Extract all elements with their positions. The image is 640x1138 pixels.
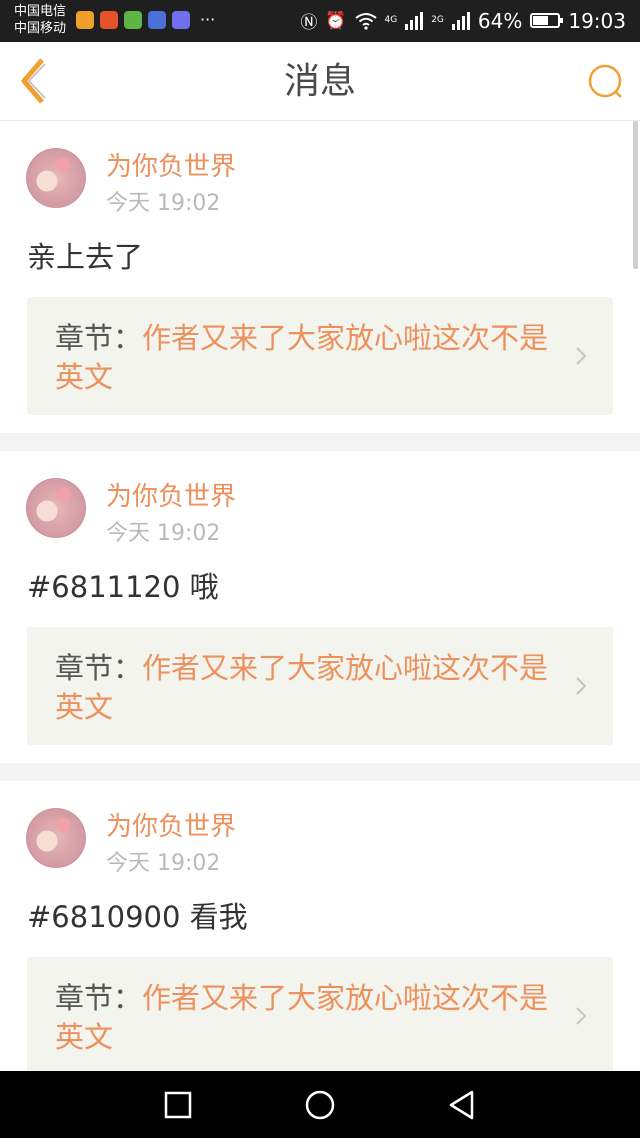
message-card: 为你负世界 今天 19:02 #6811120 哦 章节：作者又来了大家放心啦这… [0, 451, 640, 763]
chevron-right-icon [576, 677, 587, 695]
message-card: 为你负世界 今天 19:02 亲上去了 章节：作者又来了大家放心啦这次不是英文 [0, 121, 640, 433]
status-bar: 中国电信 中国移动 ··· Ⓝ ⏰ 4G 2G 64% 19:03 [0, 0, 640, 42]
navigation-bar [0, 1071, 640, 1138]
header: 消息 [0, 42, 640, 121]
status-indicators: Ⓝ ⏰ 4G 2G 64% 19:03 [300, 8, 626, 34]
notification-icons: ··· [76, 11, 215, 29]
network-4g: 4G [384, 15, 398, 25]
username[interactable]: 为你负世界 [106, 152, 236, 182]
scrollbar[interactable] [633, 121, 638, 269]
search-icon [588, 64, 622, 98]
alarm-icon: ⏰ [325, 10, 347, 31]
carrier-1: 中国电信 [14, 4, 67, 19]
timestamp: 今天 19:02 [106, 521, 221, 546]
clock: 19:03 [568, 8, 626, 33]
username[interactable]: 为你负世界 [106, 812, 236, 842]
chapter-text: 章节：作者又来了大家放心啦这次不是英文 [55, 649, 555, 727]
battery-percent: 64% [477, 8, 523, 33]
recent-apps-icon[interactable] [162, 1089, 194, 1121]
chapter-label: 章节： [55, 981, 143, 1015]
chapter-link[interactable]: 章节：作者又来了大家放心啦这次不是英文 [27, 627, 613, 745]
timestamp: 今天 19:02 [106, 851, 221, 876]
chapter-label: 章节： [55, 321, 143, 355]
qq-browser-icon [76, 11, 94, 29]
video-app-icon [100, 11, 118, 29]
signal-2g-icon [451, 11, 470, 30]
signal-4g-icon [405, 11, 424, 30]
page-title: 消息 [283, 61, 356, 102]
chevron-right-icon [576, 1007, 587, 1025]
chapter-label: 章节： [55, 651, 143, 685]
avatar[interactable] [26, 148, 86, 208]
media-app-icon [172, 11, 190, 29]
message-text: #6811120 哦 [27, 570, 219, 604]
search-button[interactable] [586, 62, 626, 102]
network-2g: 2G [431, 15, 444, 25]
chapter-link[interactable]: 章节：作者又来了大家放心啦这次不是英文 [27, 297, 613, 415]
username[interactable]: 为你负世界 [106, 482, 236, 512]
message-text: 亲上去了 [27, 240, 144, 274]
message-list[interactable]: 为你负世界 今天 19:02 亲上去了 章节：作者又来了大家放心啦这次不是英文 … [0, 121, 640, 1071]
more-notifications: ··· [200, 10, 216, 29]
battery-icon [530, 13, 564, 28]
music-app-icon [148, 11, 166, 29]
avatar[interactable] [26, 478, 86, 538]
chevron-right-icon [576, 347, 587, 365]
chapter-text: 章节：作者又来了大家放心啦这次不是英文 [55, 319, 555, 397]
wifi-icon [354, 12, 377, 30]
message-card: 为你负世界 今天 19:02 #6810900 看我 章节：作者又来了大家放心啦… [0, 781, 640, 1071]
avatar[interactable] [26, 808, 86, 868]
home-icon[interactable] [304, 1089, 336, 1121]
carrier-2: 中国移动 [14, 21, 67, 36]
nfc-icon: Ⓝ [300, 13, 318, 33]
back-nav-icon[interactable] [446, 1089, 478, 1121]
timestamp: 今天 19:02 [106, 191, 221, 216]
chat-app-icon [124, 11, 142, 29]
carrier-labels: 中国电信 中国移动 [14, 3, 66, 37]
chapter-link[interactable]: 章节：作者又来了大家放心啦这次不是英文 [27, 957, 613, 1071]
message-text: #6810900 看我 [27, 900, 248, 934]
chapter-text: 章节：作者又来了大家放心啦这次不是英文 [55, 979, 555, 1057]
